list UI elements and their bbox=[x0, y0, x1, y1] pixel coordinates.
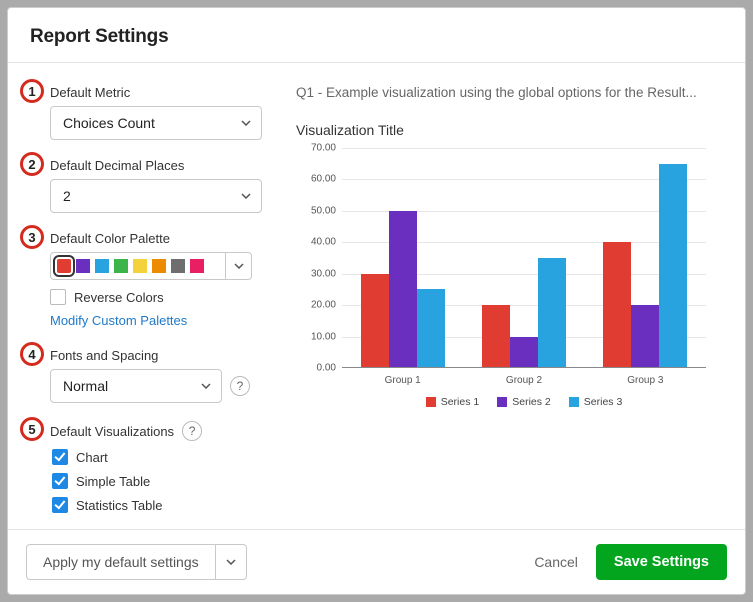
palette-swatch[interactable] bbox=[57, 259, 71, 273]
modal-title: Report Settings bbox=[30, 26, 723, 48]
viz-option-label: Statistics Table bbox=[76, 498, 162, 513]
bar bbox=[361, 274, 389, 368]
settings-panel: 1 Default Metric Choices Count 2 Default… bbox=[8, 63, 278, 529]
legend-swatch bbox=[569, 397, 579, 407]
default-metric-label: Default Metric bbox=[50, 85, 268, 100]
viz-option-checkbox[interactable] bbox=[52, 449, 68, 465]
report-settings-modal: Report Settings 1 Default Metric Choices… bbox=[7, 7, 746, 595]
save-settings-button[interactable]: Save Settings bbox=[596, 544, 727, 580]
chevron-down-icon bbox=[241, 193, 251, 199]
palette-swatch[interactable] bbox=[133, 259, 147, 273]
palette-swatch[interactable] bbox=[171, 259, 185, 273]
fonts-spacing-value: Normal bbox=[63, 378, 108, 394]
fonts-help-icon[interactable]: ? bbox=[230, 376, 250, 396]
x-axis-label: Group 2 bbox=[506, 375, 542, 386]
preview-panel: Q1 - Example visualization using the glo… bbox=[278, 63, 745, 529]
bar bbox=[417, 289, 445, 368]
bar bbox=[510, 337, 538, 368]
bar bbox=[603, 242, 631, 368]
viz-option-checkbox[interactable] bbox=[52, 473, 68, 489]
palette-swatch[interactable] bbox=[76, 259, 90, 273]
step-badge-2: 2 bbox=[20, 152, 44, 176]
y-axis-tick: 30.00 bbox=[311, 268, 336, 279]
legend-item: Series 2 bbox=[497, 396, 551, 408]
y-axis-tick: 60.00 bbox=[311, 174, 336, 185]
palette-swatch[interactable] bbox=[190, 259, 204, 273]
x-axis-label: Group 3 bbox=[627, 375, 663, 386]
fonts-spacing-label: Fonts and Spacing bbox=[50, 348, 268, 363]
y-axis-tick: 10.00 bbox=[311, 331, 336, 342]
chevron-down-icon bbox=[241, 120, 251, 126]
y-axis-tick: 50.00 bbox=[311, 205, 336, 216]
legend-label: Series 3 bbox=[584, 396, 623, 408]
modify-custom-palettes-link[interactable]: Modify Custom Palettes bbox=[50, 313, 187, 328]
reverse-colors-checkbox[interactable] bbox=[50, 289, 66, 305]
chart-title: Visualization Title bbox=[296, 122, 725, 138]
bar bbox=[538, 258, 566, 368]
bar bbox=[482, 305, 510, 368]
legend-item: Series 3 bbox=[569, 396, 623, 408]
default-decimal-value: 2 bbox=[63, 188, 71, 204]
palette-swatch[interactable] bbox=[114, 259, 128, 273]
apply-defaults-dropdown[interactable] bbox=[215, 544, 247, 580]
viz-option-checkbox[interactable] bbox=[52, 497, 68, 513]
default-decimal-select[interactable]: 2 bbox=[50, 179, 262, 213]
legend-swatch bbox=[497, 397, 507, 407]
preview-chart: 0.0010.0020.0030.0040.0050.0060.0070.00 … bbox=[296, 148, 716, 408]
bar bbox=[631, 305, 659, 368]
y-axis-tick: 0.00 bbox=[317, 363, 336, 374]
y-axis-tick: 20.00 bbox=[311, 300, 336, 311]
palette-swatch[interactable] bbox=[152, 259, 166, 273]
y-axis-tick: 70.00 bbox=[311, 143, 336, 154]
viz-option-label: Chart bbox=[76, 450, 108, 465]
color-palette-picker[interactable] bbox=[50, 252, 252, 280]
legend-item: Series 1 bbox=[426, 396, 480, 408]
step-badge-5: 5 bbox=[20, 417, 44, 441]
step-badge-4: 4 bbox=[20, 342, 44, 366]
legend-label: Series 2 bbox=[512, 396, 551, 408]
bar bbox=[389, 211, 417, 368]
viz-option-label: Simple Table bbox=[76, 474, 150, 489]
apply-defaults-button[interactable]: Apply my default settings bbox=[26, 544, 215, 580]
y-axis-tick: 40.00 bbox=[311, 237, 336, 248]
default-metric-value: Choices Count bbox=[63, 115, 155, 131]
legend-label: Series 1 bbox=[441, 396, 480, 408]
cancel-button[interactable]: Cancel bbox=[516, 544, 596, 580]
default-palette-label: Default Color Palette bbox=[50, 231, 268, 246]
bar bbox=[659, 164, 687, 368]
legend-swatch bbox=[426, 397, 436, 407]
fonts-spacing-select[interactable]: Normal bbox=[50, 369, 222, 403]
default-decimal-label: Default Decimal Places bbox=[50, 158, 268, 173]
viz-help-icon[interactable]: ? bbox=[182, 421, 202, 441]
default-viz-label: Default Visualizations bbox=[50, 424, 174, 439]
chevron-down-icon bbox=[201, 383, 211, 389]
preview-header: Q1 - Example visualization using the glo… bbox=[296, 85, 725, 100]
x-axis-label: Group 1 bbox=[385, 375, 421, 386]
step-badge-1: 1 bbox=[20, 79, 44, 103]
default-metric-select[interactable]: Choices Count bbox=[50, 106, 262, 140]
palette-swatch[interactable] bbox=[95, 259, 109, 273]
palette-dropdown-button[interactable] bbox=[225, 253, 251, 279]
reverse-colors-label: Reverse Colors bbox=[74, 290, 164, 305]
step-badge-3: 3 bbox=[20, 225, 44, 249]
